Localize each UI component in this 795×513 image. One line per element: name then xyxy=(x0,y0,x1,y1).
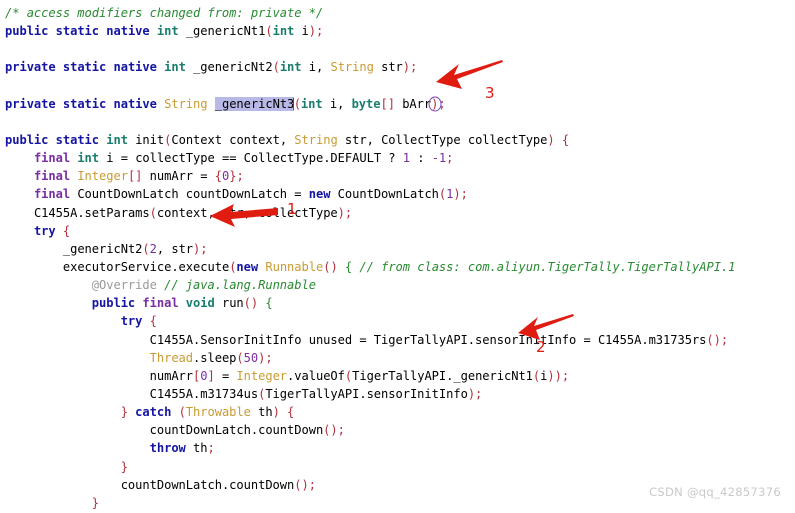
code-line: } catch (Throwable th) { xyxy=(120,405,295,420)
code-line-marker-1: _genericNt2(2, str); xyxy=(62,241,208,256)
code-line-marker-2: numArr[0] = Integer.valueOf(TigerTallyAP… xyxy=(149,368,570,383)
code-line: final Integer[] numArr = {0}; xyxy=(33,169,244,184)
code-line: try { xyxy=(33,223,71,238)
code-line: executorService.execute(new Runnable() {… xyxy=(62,259,736,274)
code-line: } xyxy=(120,459,128,474)
code-line: public final void run() { xyxy=(91,296,273,311)
code-line: final CountDownLatch countDownLatch = ne… xyxy=(33,187,468,202)
code-line: C1455A.SensorInitInfo unused = TigerTall… xyxy=(149,332,729,347)
comment-token: /* access modifiers changed from: privat… xyxy=(5,6,324,20)
code-line: /* access modifiers changed from: privat… xyxy=(5,4,795,22)
code-line: public static int init(Context context, … xyxy=(5,132,570,147)
code-line: throw th; xyxy=(149,441,215,456)
code-viewer[interactable]: /* access modifiers changed from: privat… xyxy=(0,0,795,513)
selected-identifier[interactable]: _genericNt3 xyxy=(214,96,294,111)
bracket-match-highlight: ) xyxy=(431,95,438,113)
code-line: countDownLatch.countDown(); xyxy=(149,423,345,438)
code-line: C1455A.setParams(context, str, collectTy… xyxy=(33,205,353,220)
code-line: public static native int _genericNt1(int… xyxy=(5,24,324,39)
code-line: C1455A.m31734us(TigerTallyAPI.sensorInit… xyxy=(149,386,483,401)
watermark: CSDN @qq_42857376 xyxy=(649,485,781,499)
code-line-selected: private static native String _genericNt3… xyxy=(5,95,795,113)
code-line: Thread.sleep(50); xyxy=(149,350,273,365)
code-line: private static native int _genericNt2(in… xyxy=(5,60,418,75)
code-line: final int i = collectType == CollectType… xyxy=(33,151,454,166)
code-line: try { xyxy=(120,314,157,329)
code-line: @Override // java.lang.Runnable xyxy=(91,278,316,293)
